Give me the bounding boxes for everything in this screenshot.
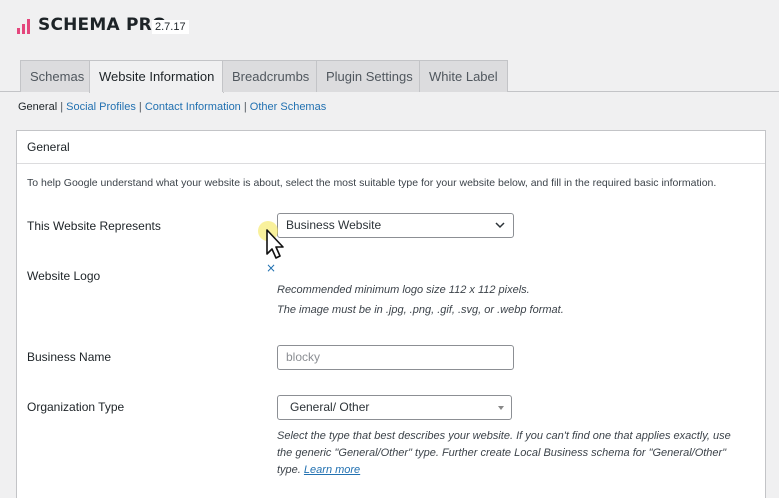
organization-type-select[interactable]: General/ Other <box>277 395 512 420</box>
caret-down-icon <box>498 406 504 410</box>
website-represents-value: Business Website <box>286 218 382 232</box>
tab-white-label[interactable]: White Label <box>419 60 508 92</box>
website-represents-select[interactable]: Business Website <box>277 213 514 238</box>
business-name-input[interactable]: blocky <box>277 345 514 370</box>
chevron-down-icon <box>495 222 505 229</box>
general-settings-panel: General To help Google understand what y… <box>16 130 766 498</box>
logo-size-hint: Recommended minimum logo size 112 x 112 … <box>277 284 530 296</box>
subnav-contact-information[interactable]: Contact Information <box>145 101 241 113</box>
remove-logo-icon[interactable]: × <box>266 261 276 275</box>
tab-bar: Schemas Website Information Breadcrumbs … <box>0 60 779 93</box>
plugin-header: SCHEMA PRO 2.7.17 <box>0 0 779 52</box>
logo-format-hint: The image must be in .jpg, .png, .gif, .… <box>277 304 564 316</box>
plugin-title: SCHEMA PRO <box>38 15 167 35</box>
subnav-social-profiles[interactable]: Social Profiles <box>66 101 136 113</box>
tab-breadcrumbs[interactable]: Breadcrumbs <box>222 60 320 92</box>
panel-title: General <box>17 131 765 164</box>
learn-more-link[interactable]: Learn more <box>304 464 360 476</box>
tab-plugin-settings[interactable]: Plugin Settings <box>316 60 423 92</box>
subnav-general[interactable]: General <box>18 101 57 113</box>
organization-type-label: Organization Type <box>27 400 125 414</box>
organization-type-value: General/ Other <box>290 400 370 414</box>
intro-text: To help Google understand what your webs… <box>27 177 717 189</box>
version-badge: 2.7.17 <box>152 20 189 34</box>
website-logo-label: Website Logo <box>27 269 101 283</box>
subnav-other-schemas[interactable]: Other Schemas <box>250 101 326 113</box>
business-name-label: Business Name <box>27 350 112 364</box>
website-represents-label: This Website Represents <box>27 219 161 233</box>
tab-schemas[interactable]: Schemas <box>20 60 95 92</box>
organization-type-description: Select the type that best describes your… <box>277 428 747 479</box>
sub-navigation: General | Social Profiles | Contact Info… <box>18 101 327 113</box>
schema-pro-logo-icon <box>17 19 30 34</box>
tab-website-information[interactable]: Website Information <box>89 60 225 93</box>
